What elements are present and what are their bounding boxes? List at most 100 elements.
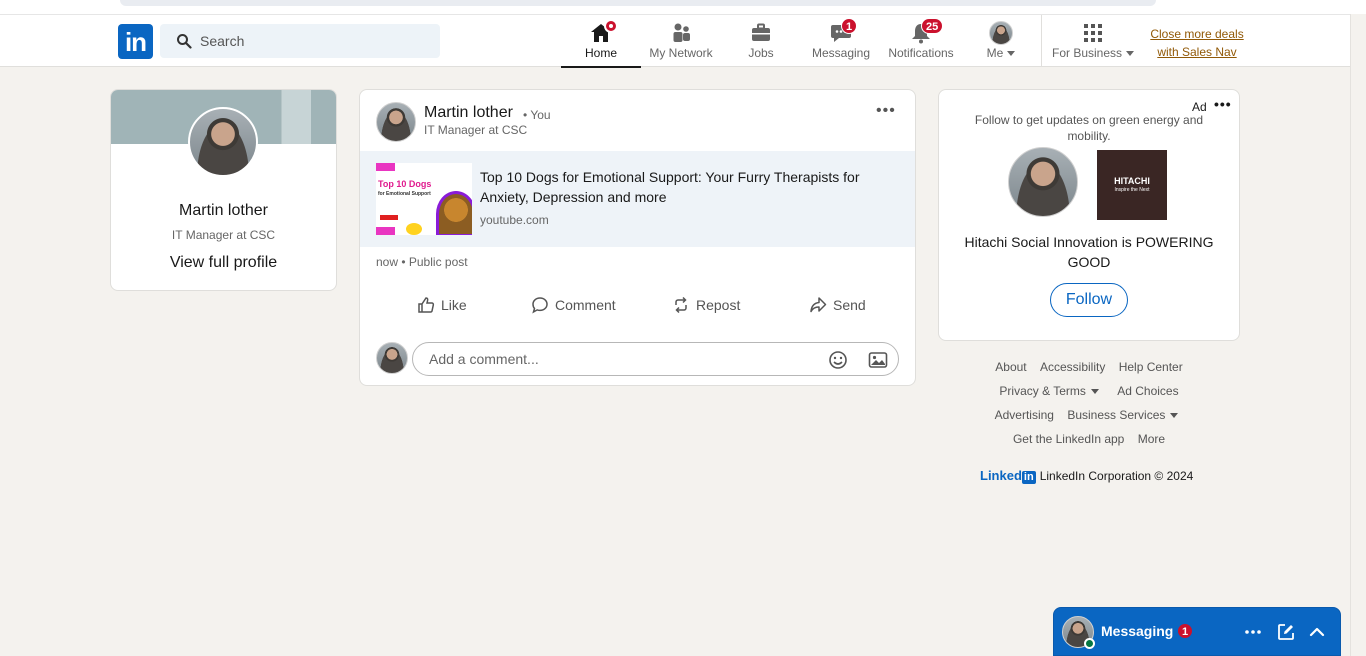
comment-composer xyxy=(376,342,901,376)
search-icon xyxy=(177,34,192,49)
post-actions: Like Comment Repost Send xyxy=(360,290,915,320)
footer-more[interactable]: More xyxy=(1138,432,1165,446)
link-preview[interactable]: Top 10 Dogs for Emotional Support Top 10… xyxy=(360,151,915,247)
hitachi-tagline: Inspire the Next xyxy=(1114,187,1150,193)
post-meta: now • Public post xyxy=(376,255,468,269)
page-scrollbar[interactable] xyxy=(1350,14,1366,656)
nav-me-label: Me xyxy=(986,46,1004,60)
chevron-down-icon xyxy=(1090,389,1099,395)
search-input[interactable] xyxy=(200,24,430,58)
view-profile-link[interactable]: View full profile xyxy=(111,254,336,272)
ad-text: Follow to get updates on green energy an… xyxy=(974,113,1204,143)
chevron-down-icon xyxy=(1007,51,1016,57)
grid-icon xyxy=(1084,24,1102,42)
footer-business-services[interactable]: Business Services xyxy=(1067,408,1183,422)
comment-box[interactable] xyxy=(412,342,899,376)
nav-jobs[interactable]: Jobs xyxy=(721,15,801,67)
comment-icon xyxy=(532,297,548,314)
network-icon xyxy=(673,23,690,42)
image-icon[interactable] xyxy=(868,350,888,370)
compose-icon[interactable] xyxy=(1276,622,1296,642)
nav-me[interactable]: Me xyxy=(961,15,1041,67)
thumb-yellow-blob xyxy=(406,223,422,235)
footer-ad-choices[interactable]: Ad Choices xyxy=(1117,384,1178,398)
nav-my-network[interactable]: My Network xyxy=(641,15,721,67)
ellipsis-icon[interactable] xyxy=(1243,622,1263,642)
footer-about[interactable]: About xyxy=(995,360,1026,374)
sales-nav-link[interactable]: Close more deals with Sales Nav xyxy=(1146,25,1248,61)
footer-row-4: Get the LinkedIn app More xyxy=(938,432,1240,446)
footer-brand-logo: Linked xyxy=(980,468,1022,483)
like-icon xyxy=(418,297,435,313)
ad-more-icon[interactable]: ••• xyxy=(1214,96,1232,112)
messaging-label[interactable]: Messaging xyxy=(1101,623,1173,639)
linkedin-logo[interactable]: in xyxy=(118,24,153,59)
nav-home[interactable]: Home xyxy=(561,15,641,68)
footer-row-1: About Accessibility Help Center xyxy=(938,360,1240,374)
profile-avatar[interactable] xyxy=(188,107,258,177)
comment-input[interactable] xyxy=(429,343,809,375)
comment-button[interactable]: Comment xyxy=(531,290,616,320)
online-indicator xyxy=(1084,638,1095,649)
footer-help-center[interactable]: Help Center xyxy=(1119,360,1183,374)
profile-card: Martin lother IT Manager at CSC View ful… xyxy=(110,89,337,291)
profile-title: IT Manager at CSC xyxy=(171,228,276,242)
dog-image xyxy=(436,191,472,235)
nav-messaging[interactable]: 1 Messaging xyxy=(801,15,881,67)
footer-row-3: Advertising Business Services xyxy=(938,408,1240,422)
ad-card: Ad ••• Follow to get updates on green en… xyxy=(938,89,1240,341)
profile-name[interactable]: Martin lother xyxy=(111,202,336,220)
search-bar[interactable] xyxy=(160,24,440,58)
more-options-icon[interactable]: ••• xyxy=(876,102,896,120)
send-icon xyxy=(810,297,827,313)
footer-privacy-terms-label: Privacy & Terms xyxy=(999,384,1086,398)
emoji-icon[interactable] xyxy=(828,350,848,370)
chevron-down-icon xyxy=(1170,413,1179,419)
nav-for-business-label-wrap: For Business xyxy=(1049,46,1137,60)
footer-brand-logo-in: in xyxy=(1021,471,1036,484)
nav-notifications[interactable]: 25 Notifications xyxy=(881,15,961,67)
footer-copyright: LinkedIn Corporation © 2024 xyxy=(1039,469,1194,483)
footer-copyright-row: Linked in LinkedIn Corporation © 2024 xyxy=(980,468,1193,484)
ad-headline: Hitachi Social Innovation is POWERING GO… xyxy=(964,234,1214,270)
repost-label: Repost xyxy=(696,297,741,313)
link-title[interactable]: Top 10 Dogs for Emotional Support: Your … xyxy=(480,167,860,207)
nav-for-business[interactable]: For Business xyxy=(1049,15,1137,67)
messaging-overlay[interactable]: Messaging 1 xyxy=(1053,607,1341,656)
link-thumbnail: Top 10 Dogs for Emotional Support xyxy=(376,163,472,235)
nav-for-business-label: For Business xyxy=(1051,46,1123,60)
thumb-red-bar xyxy=(380,215,398,220)
notifications-badge: 25 xyxy=(921,18,944,34)
link-source: youtube.com xyxy=(480,213,549,227)
send-button[interactable]: Send xyxy=(809,290,866,320)
me-avatar xyxy=(989,21,1013,45)
footer-row-2: Privacy & Terms Ad Choices xyxy=(938,384,1240,398)
post-author-avatar[interactable] xyxy=(376,102,416,142)
nav-home-label: Home xyxy=(584,46,617,60)
footer-privacy-terms[interactable]: Privacy & Terms xyxy=(999,384,1103,398)
nav-jobs-label: Jobs xyxy=(748,46,774,60)
briefcase-icon xyxy=(752,23,770,41)
send-label: Send xyxy=(833,297,866,313)
messaging-badge: 1 xyxy=(841,18,858,34)
footer-get-app[interactable]: Get the LinkedIn app xyxy=(1013,432,1124,446)
hitachi-logo[interactable]: HITACHI Inspire the Next xyxy=(1097,150,1167,220)
post-you-label: • You xyxy=(523,108,551,122)
footer-advertising[interactable]: Advertising xyxy=(995,408,1054,422)
footer-accessibility[interactable]: Accessibility xyxy=(1040,360,1105,374)
repost-button[interactable]: Repost xyxy=(672,290,740,320)
post-author-name[interactable]: Martin lother xyxy=(424,104,513,122)
feed-post: Martin lother • You IT Manager at CSC ••… xyxy=(359,89,916,386)
like-button[interactable]: Like xyxy=(417,290,467,320)
browser-top-strip xyxy=(0,0,1366,14)
home-notification-dot xyxy=(604,19,618,33)
chevron-down-icon xyxy=(1126,51,1135,57)
like-label: Like xyxy=(441,297,467,313)
scroll-indicator xyxy=(120,0,1156,6)
thumb-subtitle: for Emotional Support xyxy=(378,191,431,197)
chevron-up-icon[interactable] xyxy=(1307,622,1327,642)
thumb-title: Top 10 Dogs xyxy=(378,179,432,189)
messaging-overlay-badge: 1 xyxy=(1177,623,1194,639)
follow-button[interactable]: Follow xyxy=(1050,283,1128,317)
global-nav: in Home My Network Jobs 1 Messaging 25 N… xyxy=(0,14,1366,68)
